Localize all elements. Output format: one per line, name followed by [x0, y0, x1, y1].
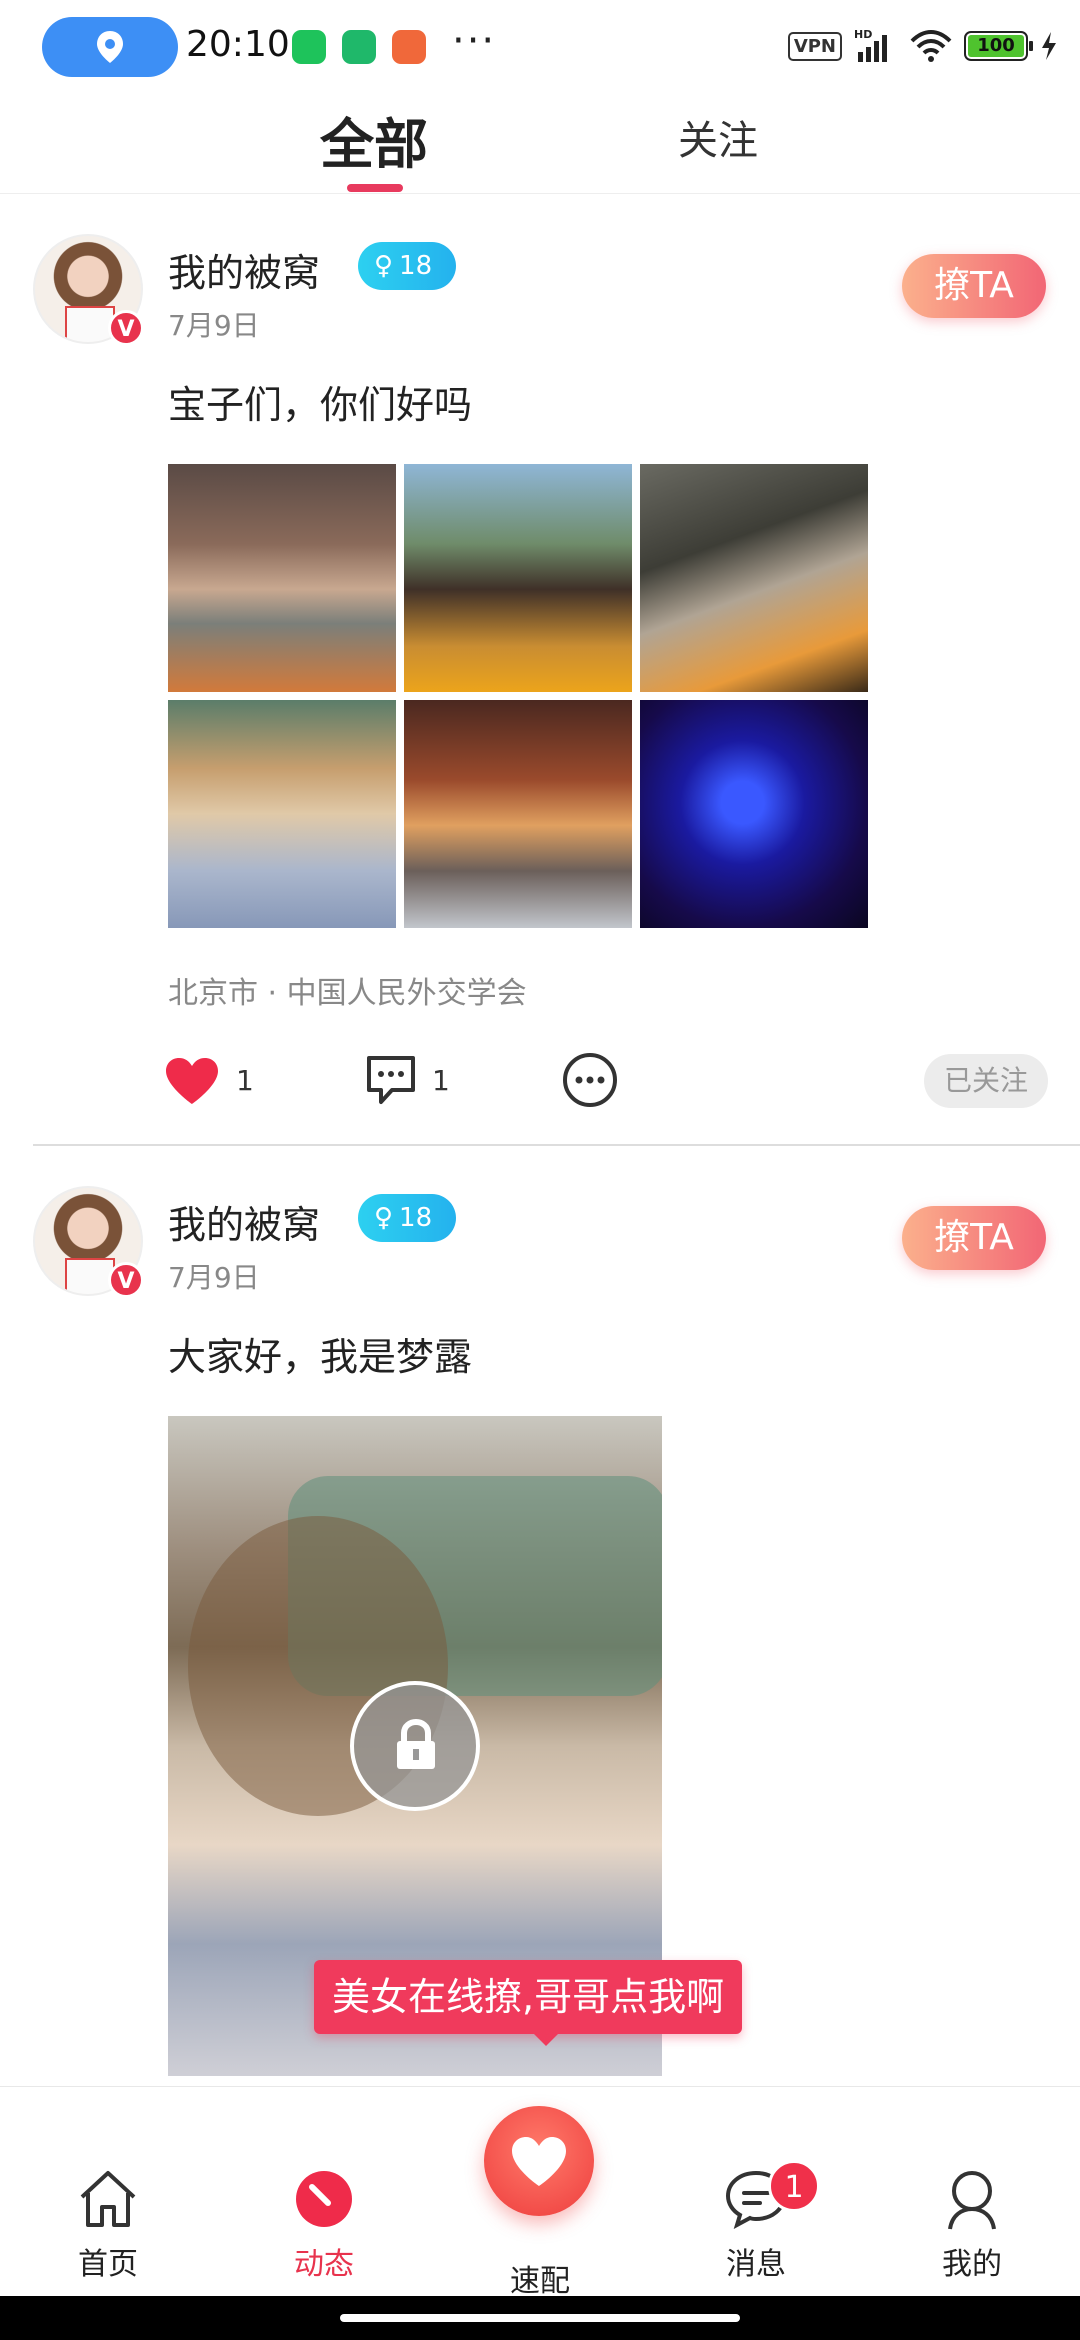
profile-icon — [948, 2171, 996, 2230]
nav-feed[interactable]: 动态 — [244, 2087, 404, 2287]
status-right: VPN HD 100 — [787, 26, 1058, 66]
post-location[interactable]: 北京市 · 中国人民外交学会 — [168, 968, 527, 1012]
photo-thumbnail[interactable] — [168, 464, 396, 692]
battery-icon: 100 — [964, 31, 1033, 61]
signal-icon: HD — [854, 28, 887, 62]
nav-feed-label: 动态 — [294, 2247, 354, 2282]
nav-mine-label: 我的 — [942, 2247, 1002, 2282]
age-badge: ♀ 18 — [358, 1194, 456, 1242]
location-pill[interactable] — [42, 17, 178, 77]
verified-badge: V — [108, 310, 144, 346]
flirt-button[interactable]: 撩TA — [902, 254, 1046, 318]
female-icon: ♀ — [374, 1203, 394, 1233]
follow-status-button[interactable]: 已关注 — [924, 1054, 1048, 1108]
nav-home-label: 首页 — [78, 2247, 138, 2282]
photo-thumbnail[interactable] — [640, 464, 868, 692]
post-divider — [33, 1144, 1080, 1146]
gesture-bar — [0, 2296, 1080, 2340]
comment-count: 1 — [432, 1064, 450, 1097]
vpn-indicator: VPN — [787, 31, 842, 61]
flirt-button[interactable]: 撩TA — [902, 1206, 1046, 1270]
username[interactable]: 我的被窝 — [168, 242, 320, 297]
more-notifications-icon: ··· — [452, 18, 497, 64]
more-options-icon[interactable] — [562, 1052, 618, 1108]
comment-icon[interactable] — [364, 1054, 418, 1106]
feed-icon — [296, 2171, 352, 2227]
svg-text:HD: HD — [854, 28, 872, 41]
photo-thumbnail[interactable] — [404, 700, 632, 928]
female-icon: ♀ — [374, 251, 394, 281]
match-button[interactable] — [484, 2106, 594, 2216]
photo-thumbnail[interactable] — [640, 700, 868, 928]
feed-tabs: 全部 关注 — [0, 94, 1080, 194]
age-value: 18 — [399, 251, 433, 281]
nav-mine[interactable]: 我的 — [892, 2087, 1052, 2287]
nav-messages-label: 消息 — [726, 2247, 786, 2282]
lock-button[interactable] — [350, 1681, 480, 1811]
clock: 20:10 — [186, 24, 290, 65]
home-indicator[interactable] — [340, 2314, 740, 2322]
active-tab-indicator — [347, 184, 403, 192]
photo-thumbnail[interactable] — [168, 700, 396, 928]
username[interactable]: 我的被窝 — [168, 1194, 320, 1249]
post-text: 宝子们，你们好吗 — [168, 383, 473, 427]
unread-badge: 1 — [768, 2160, 820, 2212]
age-badge: ♀ 18 — [358, 242, 456, 290]
location-pin-icon — [97, 31, 123, 63]
post-date: 7月9日 — [168, 1261, 260, 1294]
home-icon — [80, 2171, 136, 2227]
wifi-icon — [910, 30, 952, 62]
post-text: 大家好，我是梦露 — [168, 1335, 473, 1379]
like-heart-icon[interactable] — [164, 1056, 220, 1106]
lock-icon — [397, 1719, 435, 1769]
tab-following[interactable]: 关注 — [678, 108, 758, 166]
like-count: 1 — [236, 1064, 254, 1097]
age-value: 18 — [399, 1203, 433, 1233]
charging-icon — [1042, 32, 1056, 60]
app-notification-icon — [392, 30, 426, 64]
post-actions: 1 1 已关注 — [0, 1046, 1080, 1116]
nav-home[interactable]: 首页 — [28, 2087, 188, 2287]
photo-thumbnail[interactable] — [404, 464, 632, 692]
status-bar: 20:10 ··· VPN HD 100 — [0, 0, 1080, 94]
verified-badge: V — [108, 1262, 144, 1298]
wechat-icon — [292, 30, 326, 64]
post-date: 7月9日 — [168, 309, 260, 342]
battery-level: 100 — [968, 35, 1024, 57]
shield-app-icon — [342, 30, 376, 64]
tab-all[interactable]: 全部 — [320, 100, 428, 179]
promo-tooltip[interactable]: 美女在线撩,哥哥点我啊 — [314, 1960, 743, 2046]
heart-icon — [512, 2137, 566, 2186]
nav-match-label[interactable]: 速配 — [480, 2256, 600, 2300]
